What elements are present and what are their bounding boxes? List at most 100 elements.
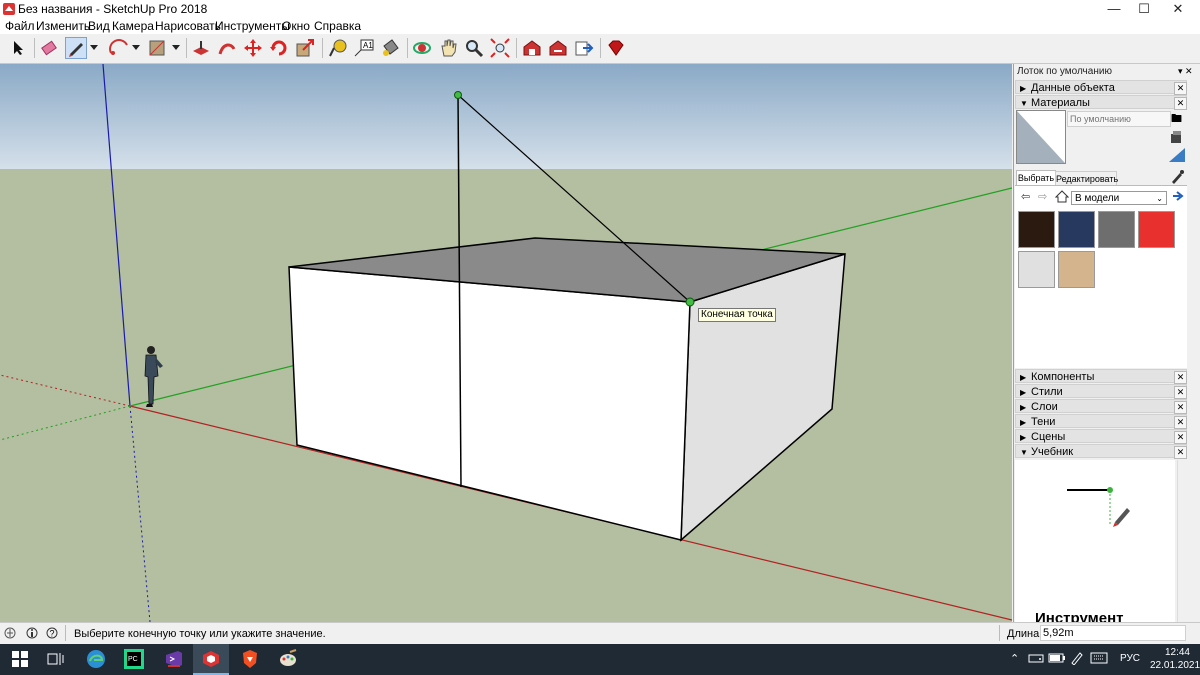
material-swatch[interactable]: [1018, 251, 1055, 288]
expanded-arrow-icon: ▼: [1020, 448, 1028, 457]
panel-close-icon[interactable]: ✕: [1174, 386, 1187, 399]
language-indicator[interactable]: РУС: [1120, 653, 1140, 664]
text-icon[interactable]: A1: [353, 37, 375, 59]
material-swatch[interactable]: [1058, 211, 1095, 248]
sky: [0, 64, 1012, 169]
pencil-dropdown-icon[interactable]: [88, 37, 100, 59]
panel-close-icon[interactable]: ✕: [1174, 371, 1187, 384]
tab-select[interactable]: Выбрать: [1016, 170, 1056, 186]
material-name-field[interactable]: [1067, 111, 1171, 127]
tab-edit[interactable]: Редактировать: [1055, 171, 1118, 186]
menu-draw[interactable]: Нарисовать: [155, 19, 221, 33]
close-button[interactable]: ✕: [1156, 0, 1200, 18]
measurements-input[interactable]: [1040, 625, 1186, 641]
forward-arrow-icon[interactable]: ⇨: [1038, 190, 1047, 203]
panel-shadows[interactable]: ▶ Тени: [1015, 414, 1187, 428]
tray-pin-icon[interactable]: ▾ ✕: [1178, 66, 1193, 77]
move-icon[interactable]: [242, 37, 264, 59]
pycharm-icon[interactable]: PC: [122, 648, 146, 670]
zoom-icon[interactable]: [463, 37, 485, 59]
pencil-icon[interactable]: [65, 37, 87, 59]
instructor-scrollbar[interactable]: [1177, 460, 1188, 622]
scale-icon[interactable]: [294, 37, 316, 59]
task-view-icon[interactable]: [44, 648, 68, 670]
default-material-icon[interactable]: [1169, 148, 1185, 165]
zoom-extents-icon[interactable]: [489, 37, 511, 59]
back-arrow-icon[interactable]: ⇦: [1021, 190, 1030, 203]
3d-viewport[interactable]: Конечная точка: [0, 64, 1012, 622]
start-icon[interactable]: [8, 648, 32, 670]
panel-materials[interactable]: ▼ Материалы: [1015, 95, 1187, 109]
extension-warehouse-icon[interactable]: [547, 37, 569, 59]
tape-measure-icon[interactable]: [327, 37, 349, 59]
ruby-icon[interactable]: [605, 37, 627, 59]
panel-label: Сцены: [1031, 431, 1066, 443]
eraser-icon[interactable]: [38, 37, 60, 59]
rotate-icon[interactable]: [268, 37, 290, 59]
menu-help[interactable]: Справка: [314, 19, 361, 33]
windows-taskbar: PC ⌃ РУС 12:44 22.01.2021: [0, 644, 1200, 675]
warehouse-icon[interactable]: [521, 37, 543, 59]
panel-label: Компоненты: [1031, 371, 1095, 383]
panel-close-icon[interactable]: ✕: [1174, 431, 1187, 444]
create-material-icon[interactable]: 🖿: [1171, 110, 1182, 129]
material-swatch[interactable]: [1138, 211, 1175, 248]
collection-select[interactable]: В модели ⌄: [1071, 191, 1167, 205]
panel-entity-info[interactable]: ▶ Данные объекта: [1015, 80, 1187, 94]
panel-scenes[interactable]: ▶ Сцены: [1015, 429, 1187, 443]
panel-instructor[interactable]: ▼ Учебник: [1015, 444, 1187, 458]
material-swatch[interactable]: [1098, 211, 1135, 248]
collapsed-arrow-icon: ▶: [1020, 373, 1027, 382]
menu-edit[interactable]: Изменить: [36, 19, 90, 33]
visual-studio-icon[interactable]: [162, 648, 186, 670]
home-icon[interactable]: [1054, 190, 1070, 206]
brave-icon[interactable]: [238, 648, 262, 670]
menu-file[interactable]: Файл: [5, 19, 35, 33]
panel-close-icon[interactable]: ✕: [1174, 401, 1187, 414]
details-arrow-icon[interactable]: [1172, 190, 1184, 205]
panel-layers[interactable]: ▶ Слои: [1015, 399, 1187, 413]
status-bar: ? Выберите конечную точку или укажите зн…: [0, 622, 1200, 645]
select-icon[interactable]: [8, 37, 30, 59]
show-hidden-icons[interactable]: ⌃: [1010, 652, 1019, 665]
sketchup-logo-icon: [3, 3, 15, 15]
battery-icon[interactable]: [1048, 651, 1066, 668]
menu-camera[interactable]: Камера: [112, 19, 154, 33]
follow-me-icon[interactable]: [216, 37, 238, 59]
menu-view[interactable]: Вид: [88, 19, 110, 33]
rectangle-dropdown-icon[interactable]: [170, 37, 182, 59]
collapsed-arrow-icon: ▶: [1020, 433, 1027, 442]
panel-close-icon[interactable]: ✕: [1174, 446, 1187, 459]
panel-close-icon[interactable]: ✕: [1174, 416, 1187, 429]
menu-tools[interactable]: Инструменты: [215, 19, 290, 33]
send-to-layout-icon[interactable]: [573, 37, 595, 59]
panel-label: Материалы: [1031, 97, 1090, 109]
menu-window[interactable]: Окно: [282, 19, 310, 33]
clock[interactable]: 12:44 22.01.2021: [1150, 646, 1200, 672]
arc-icon[interactable]: [108, 37, 130, 59]
push-pull-icon[interactable]: [190, 37, 212, 59]
paint-bucket-icon[interactable]: [379, 37, 401, 59]
credits-icon[interactable]: [26, 627, 38, 642]
edge-icon[interactable]: [84, 648, 108, 670]
drive-icon[interactable]: [1028, 651, 1044, 668]
arc-dropdown-icon[interactable]: [130, 37, 142, 59]
panel-components[interactable]: ▶ Компоненты: [1015, 369, 1187, 383]
pen-icon[interactable]: [1070, 651, 1084, 668]
sketchup-icon[interactable]: [199, 648, 223, 670]
geo-location-icon[interactable]: [4, 627, 16, 642]
model-canvas[interactable]: [0, 64, 1012, 622]
orbit-icon[interactable]: [411, 37, 433, 59]
panel-styles[interactable]: ▶ Стили: [1015, 384, 1187, 398]
panel-close-icon[interactable]: ✕: [1174, 82, 1187, 95]
help-icon[interactable]: ?: [46, 627, 58, 642]
pan-icon[interactable]: [437, 37, 459, 59]
material-swatch[interactable]: [1018, 211, 1055, 248]
instructor-content: Инструмент: [1015, 460, 1175, 627]
keyboard-icon[interactable]: [1090, 651, 1108, 668]
panel-close-icon[interactable]: ✕: [1174, 97, 1187, 110]
rectangle-icon[interactable]: [146, 37, 168, 59]
sample-paint-icon[interactable]: [1170, 130, 1184, 147]
paint-icon[interactable]: [276, 648, 300, 670]
material-swatch[interactable]: [1058, 251, 1095, 288]
